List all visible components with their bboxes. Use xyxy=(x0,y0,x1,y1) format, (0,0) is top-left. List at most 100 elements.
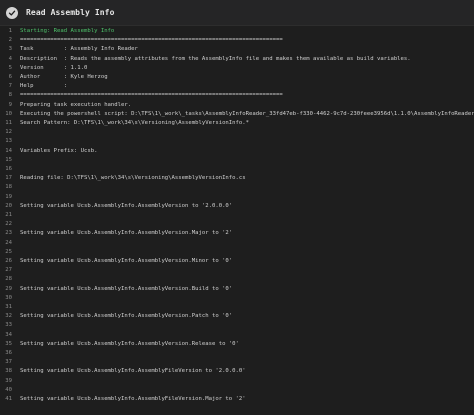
log-text: Executing the powershell script: D:\TFS\… xyxy=(20,110,474,117)
line-number: 32 xyxy=(5,313,12,320)
log-line: 3 Task : Assembly Info Reader xyxy=(0,45,474,54)
log-line: 8 =======================================… xyxy=(0,91,474,100)
log-line: 18 xyxy=(0,183,474,192)
log-line: 11 Search Pattern: D:\TFS\1\_work\34\s\Ve… xyxy=(0,119,474,128)
line-number: 40 xyxy=(5,386,12,393)
log-line: 39 xyxy=(0,377,474,386)
line-number: 28 xyxy=(5,276,12,283)
line-number: 39 xyxy=(5,377,12,384)
line-number: 37 xyxy=(5,359,12,366)
log-text: Search Pattern: D:\TFS\1\_work\34\s\Vers… xyxy=(20,120,250,126)
task-title: Read Assembly Info xyxy=(26,8,115,17)
line-number: 6 xyxy=(8,74,12,80)
line-number: 26 xyxy=(5,258,12,264)
log-line: 5 Version : 1.1.0 xyxy=(0,64,474,73)
log-line: 34 xyxy=(0,331,474,340)
log-line: 7 Help : xyxy=(0,82,474,91)
log-text: ========================================… xyxy=(20,37,283,44)
log-text: Setting variable Ucsb.AssemblyInfo.Assem… xyxy=(20,313,233,320)
log-text: Version : 1.1.0 xyxy=(20,64,88,71)
line-number: 30 xyxy=(5,294,12,301)
log-text: Setting variable Ucsb.AssemblyInfo.Assem… xyxy=(20,230,233,237)
line-number: 4 xyxy=(8,55,12,62)
log-line: 9 Preparing task execution handler. xyxy=(0,101,474,110)
line-number: 22 xyxy=(5,221,12,228)
log-line: 33 xyxy=(0,321,474,330)
log-line: 37 xyxy=(0,358,474,367)
line-number: 8 xyxy=(8,92,12,99)
line-number: 31 xyxy=(5,304,12,310)
log-line: 19 xyxy=(0,193,474,202)
log-line: 22 xyxy=(0,220,474,229)
log-text: Setting variable Ucsb.AssemblyInfo.Assem… xyxy=(20,368,246,375)
line-number: 38 xyxy=(5,368,12,375)
log-line: 23 Setting variable Ucsb.AssemblyInfo.Ass… xyxy=(0,229,474,238)
log-line: 27 xyxy=(0,266,474,275)
log-line: 1 Starting: Read Assembly Info xyxy=(0,27,474,36)
log-text: Preparing task execution handler. xyxy=(20,101,132,108)
log-text: Variables Prefix: Ucsb. xyxy=(20,147,98,154)
log-line: 36 xyxy=(0,349,474,358)
log-text: Setting variable Ucsb.AssemblyInfo.Assem… xyxy=(20,340,239,347)
log-line: 21 xyxy=(0,211,474,220)
line-number: 13 xyxy=(5,138,12,145)
log-line: 38 Setting variable Ucsb.AssemblyInfo.Ass… xyxy=(0,367,474,376)
line-number: 11 xyxy=(5,120,12,126)
log-line: 12 xyxy=(0,128,474,137)
log-line: 2 =======================================… xyxy=(0,36,474,45)
line-number: 41 xyxy=(5,396,12,402)
log-text: Setting variable Ucsb.AssemblyInfo.Assem… xyxy=(20,202,233,209)
log-line: 28 xyxy=(0,275,474,284)
line-number: 33 xyxy=(5,322,12,329)
line-number: 35 xyxy=(5,340,12,347)
line-number: 3 xyxy=(8,46,12,53)
log-text: Setting variable Ucsb.AssemblyInfo.Assem… xyxy=(20,285,233,292)
log-line: 15 xyxy=(0,156,474,165)
log-text: Task : Assembly Info Reader xyxy=(20,46,138,53)
line-number: 18 xyxy=(5,184,12,191)
log-line: 20 Setting variable Ucsb.AssemblyInfo.Ass… xyxy=(0,202,474,211)
log-text: Setting variable Ucsb.AssemblyInfo.Assem… xyxy=(20,258,233,264)
line-number: 27 xyxy=(5,267,12,274)
line-number: 23 xyxy=(5,230,12,237)
line-number: 29 xyxy=(5,285,12,292)
line-number: 16 xyxy=(5,166,12,172)
line-number: 10 xyxy=(5,110,12,117)
line-number: 2 xyxy=(8,37,12,44)
log-line: 40 xyxy=(0,386,474,395)
line-number: 19 xyxy=(5,193,12,200)
log-line: 17 Reading file: D:\TFS\1\_work\34\s\Vers… xyxy=(0,174,474,183)
line-number: 9 xyxy=(8,101,12,108)
log-line: 13 xyxy=(0,137,474,146)
log-line: 30 xyxy=(0,294,474,303)
log-line: 35 Setting variable Ucsb.AssemblyInfo.Ass… xyxy=(0,340,474,349)
log-line: 10 Executing the powershell script: D:\TF… xyxy=(0,110,474,119)
line-number: 1 xyxy=(8,28,12,34)
line-number: 5 xyxy=(8,64,12,71)
line-number: 34 xyxy=(5,331,12,338)
log-line: 25 xyxy=(0,248,474,257)
log-line: 24 xyxy=(0,239,474,248)
log-text: ========================================… xyxy=(20,92,283,99)
log-text: Setting variable Ucsb.AssemblyInfo.Assem… xyxy=(20,396,246,402)
line-number: 14 xyxy=(5,147,12,154)
log-line: 41 Setting variable Ucsb.AssemblyInfo.Ass… xyxy=(0,395,474,404)
log-output[interactable]: 1 Starting: Read Assembly Info 2 ==========… xyxy=(0,26,474,415)
check-icon xyxy=(6,6,18,19)
line-number: 17 xyxy=(5,175,12,182)
line-number: 36 xyxy=(5,350,12,356)
log-text: Starting: Read Assembly Info xyxy=(20,28,115,34)
log-text: Reading file: D:\TFS\1\_work\34\s\Versio… xyxy=(20,175,246,182)
log-line: 6 Author : Kyle Herzog xyxy=(0,73,474,82)
log-line: 32 Setting variable Ucsb.AssemblyInfo.Ass… xyxy=(0,312,474,321)
line-number: 7 xyxy=(8,83,12,90)
log-text: Author : Kyle Herzog xyxy=(20,74,108,80)
line-number: 25 xyxy=(5,248,12,255)
log-line: 29 Setting variable Ucsb.AssemblyInfo.Ass… xyxy=(0,285,474,294)
log-text: Help : xyxy=(20,83,71,90)
line-number: 24 xyxy=(5,239,12,246)
log-viewer-window: Read Assembly Info 1 Starting: Read Assem… xyxy=(0,0,474,415)
line-number: 12 xyxy=(5,129,12,136)
line-number: 15 xyxy=(5,156,12,163)
task-header[interactable]: Read Assembly Info xyxy=(0,0,474,26)
